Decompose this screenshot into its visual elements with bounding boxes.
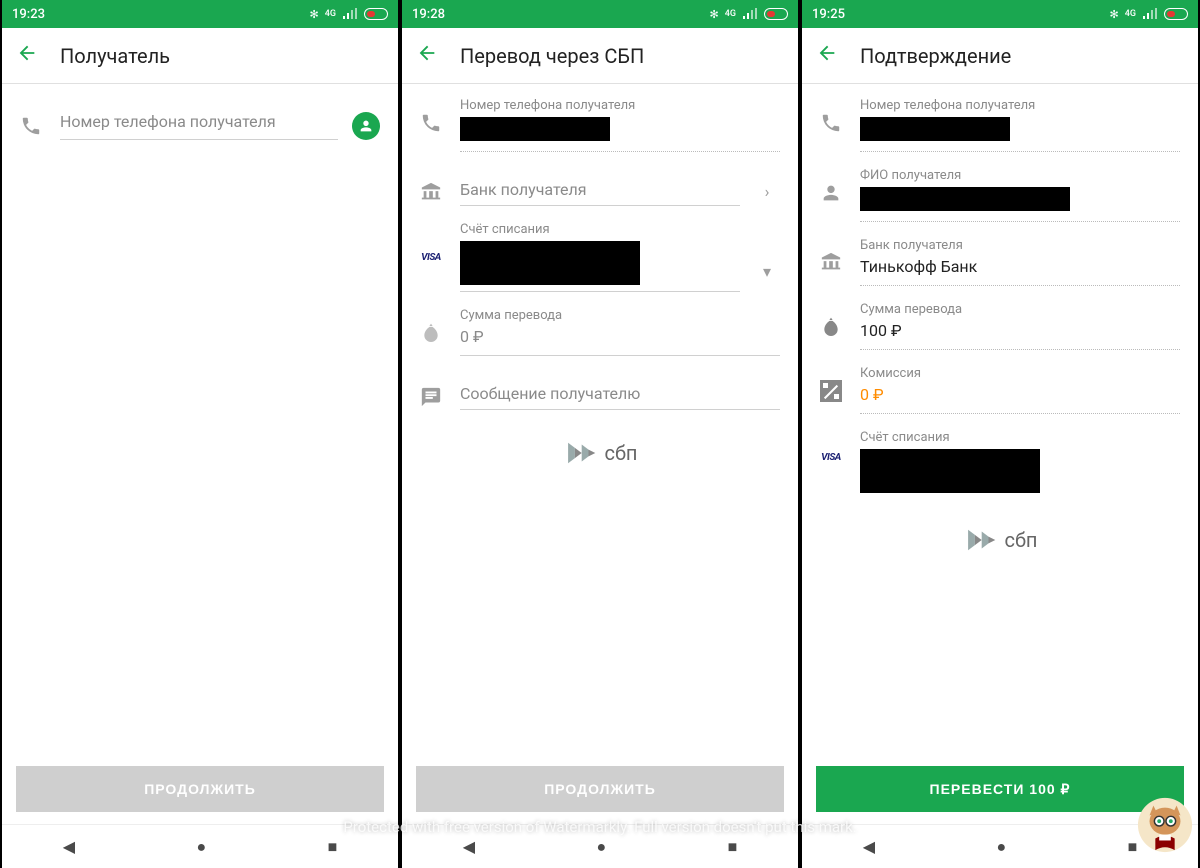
- back-button[interactable]: [816, 42, 852, 70]
- mascot-icon: [1136, 796, 1194, 854]
- redacted-name: [860, 187, 1070, 211]
- bank-icon: [416, 168, 446, 204]
- account-field: Счёт списания: [860, 430, 1180, 497]
- app-header: Подтверждение: [802, 28, 1198, 84]
- bank-field: Банк получателя Тинькофф Банк: [860, 238, 1180, 286]
- status-time: 19:23: [12, 7, 45, 22]
- status-bar: 19:25 ✻4G: [802, 0, 1198, 28]
- redacted-phone: [460, 117, 610, 141]
- redacted-account: [460, 241, 640, 285]
- redacted-account: [860, 449, 1040, 493]
- visa-icon: VISA: [416, 222, 446, 263]
- chevron-right-icon: ›: [754, 168, 780, 201]
- app-header: Получатель: [2, 28, 398, 84]
- sbp-logo: сбп: [402, 436, 798, 470]
- phone-input[interactable]: Номер телефона получателя: [60, 112, 338, 140]
- android-nav: ◀ ● ■: [402, 824, 798, 868]
- phone-icon: [16, 115, 46, 137]
- page-title: Подтверждение: [860, 44, 1011, 68]
- person-icon: [816, 168, 846, 204]
- back-button[interactable]: [16, 42, 52, 70]
- fee-field: Комиссия 0 ₽: [860, 366, 1180, 414]
- battery-icon: [764, 8, 788, 20]
- status-indicators: ✻4G: [310, 8, 388, 21]
- status-bar: 19:23 ✻4G: [2, 0, 398, 28]
- account-select[interactable]: Счёт списания: [460, 222, 740, 292]
- continue-button[interactable]: ПРОДОЛЖИТЬ: [16, 766, 384, 812]
- bank-icon: [816, 238, 846, 274]
- status-bar: 19:28 ✻4G: [402, 0, 798, 28]
- status-indicators: ✻4G: [710, 8, 788, 21]
- nav-home[interactable]: ●: [596, 837, 606, 857]
- name-field: ФИО получателя: [860, 168, 1180, 222]
- nav-back[interactable]: ◀: [63, 837, 75, 856]
- continue-button[interactable]: ПРОДОЛЖИТЬ: [416, 766, 784, 812]
- nav-recent[interactable]: ■: [728, 837, 738, 857]
- battery-icon: [1164, 8, 1188, 20]
- nav-recent[interactable]: ■: [328, 837, 338, 857]
- battery-icon: [364, 8, 388, 20]
- nav-back[interactable]: ◀: [863, 837, 875, 856]
- page-title: Получатель: [60, 44, 170, 68]
- amount-input[interactable]: Сумма перевода 0 ₽: [460, 308, 780, 356]
- screen-recipient: 19:23 ✻4G Получатель Номер телефона полу…: [0, 0, 400, 868]
- status-time: 19:28: [412, 7, 445, 22]
- moneybag-icon: [416, 308, 446, 342]
- bank-select[interactable]: Банк получателя: [460, 168, 740, 206]
- screen-transfer-form: 19:28 ✻4G Перевод через СБП Номер телефо…: [400, 0, 800, 868]
- message-icon: [416, 372, 446, 408]
- nav-back[interactable]: ◀: [463, 837, 475, 856]
- phone-icon: [416, 98, 446, 134]
- app-header: Перевод через СБП: [402, 28, 798, 84]
- percent-icon: [816, 366, 846, 402]
- nav-home[interactable]: ●: [196, 837, 206, 857]
- amount-field: Сумма перевода 100 ₽: [860, 302, 1180, 350]
- moneybag-icon: [816, 302, 846, 336]
- transfer-button[interactable]: ПЕРЕВЕСТИ 100 ₽: [816, 766, 1184, 812]
- page-title: Перевод через СБП: [460, 44, 644, 68]
- screen-confirmation: 19:25 ✻4G Подтверждение Номер телефона п…: [800, 0, 1200, 868]
- sbp-logo: сбп: [802, 523, 1198, 557]
- message-input[interactable]: Сообщение получателю: [460, 372, 780, 410]
- phone-field: Номер телефона получателя: [860, 98, 1180, 152]
- android-nav: ◀ ● ■: [2, 824, 398, 868]
- phone-icon: [816, 98, 846, 134]
- dropdown-icon: ▾: [754, 222, 780, 281]
- contacts-button[interactable]: [352, 112, 380, 140]
- nav-home[interactable]: ●: [996, 837, 1006, 857]
- redacted-phone: [860, 117, 1010, 141]
- back-button[interactable]: [416, 42, 452, 70]
- visa-icon: VISA: [816, 430, 846, 463]
- status-time: 19:25: [812, 7, 845, 22]
- status-indicators: ✻4G: [1110, 8, 1188, 21]
- phone-field[interactable]: Номер телефона получателя: [460, 98, 780, 152]
